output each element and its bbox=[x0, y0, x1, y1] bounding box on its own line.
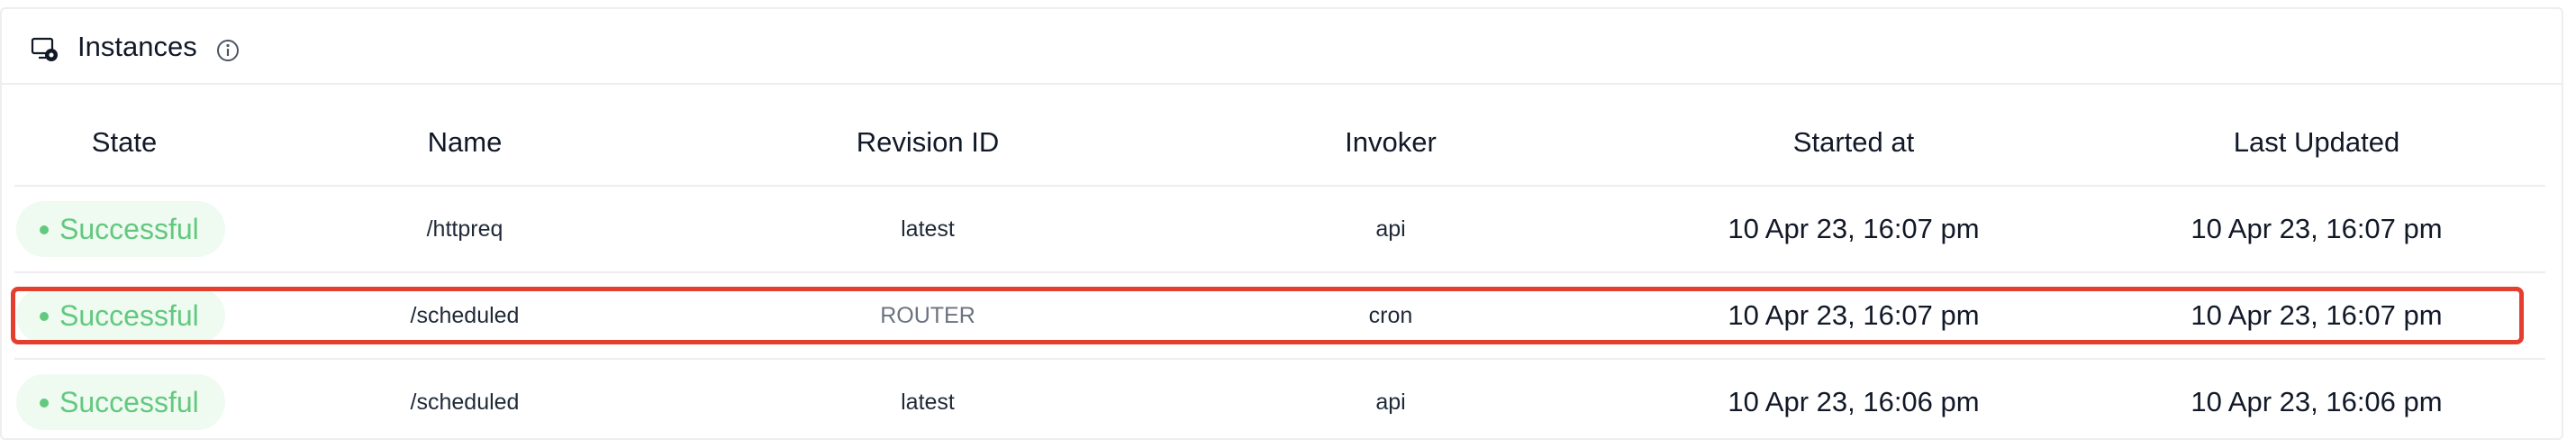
status-dot bbox=[40, 312, 49, 321]
info-icon[interactable] bbox=[216, 39, 240, 62]
column-header-state[interactable]: State bbox=[92, 124, 157, 160]
started-at: 10 Apr 23, 16:06 pm bbox=[1728, 386, 1980, 417]
instance-name[interactable]: /scheduled bbox=[411, 387, 520, 417]
last-updated: 10 Apr 23, 16:07 pm bbox=[2191, 299, 2443, 331]
status-dot bbox=[40, 225, 49, 234]
panel-header: Instances bbox=[2, 9, 2562, 85]
status-dot bbox=[40, 399, 49, 408]
status-text: Successful bbox=[59, 213, 199, 245]
column-header-invoker[interactable]: Invoker bbox=[1345, 124, 1437, 160]
invoker: api bbox=[1375, 390, 1406, 415]
row-divider bbox=[14, 271, 2545, 273]
monitor-gear-icon bbox=[31, 37, 58, 61]
instances-panel: Instances bbox=[0, 7, 2563, 440]
column-header-name[interactable]: Name bbox=[428, 124, 503, 160]
header-divider bbox=[14, 185, 2545, 187]
revision-id: latest bbox=[901, 390, 955, 415]
invoker: cron bbox=[1368, 303, 1413, 328]
status-badge: Successful bbox=[16, 374, 225, 430]
row-divider bbox=[14, 358, 2545, 360]
column-header-started-at[interactable]: Started at bbox=[1793, 124, 1914, 160]
last-updated: 10 Apr 23, 16:06 pm bbox=[2191, 386, 2443, 417]
column-header-revision-id[interactable]: Revision ID bbox=[857, 124, 1000, 160]
status-badge: Successful bbox=[16, 288, 225, 344]
started-at: 10 Apr 23, 16:07 pm bbox=[1728, 213, 1980, 244]
revision-id: latest bbox=[901, 216, 955, 242]
status-badge: Successful bbox=[16, 201, 225, 257]
status-text: Successful bbox=[59, 299, 199, 332]
panel-title: Instances bbox=[77, 31, 197, 62]
instance-name[interactable]: /scheduled bbox=[411, 300, 520, 331]
status-text: Successful bbox=[59, 386, 199, 418]
invoker: api bbox=[1375, 216, 1406, 242]
last-updated: 10 Apr 23, 16:07 pm bbox=[2191, 213, 2443, 244]
revision-id: ROUTER bbox=[880, 303, 975, 328]
instance-name[interactable]: /httpreq bbox=[427, 214, 503, 244]
column-header-last-updated[interactable]: Last Updated bbox=[2234, 124, 2399, 160]
started-at: 10 Apr 23, 16:07 pm bbox=[1728, 299, 1980, 331]
